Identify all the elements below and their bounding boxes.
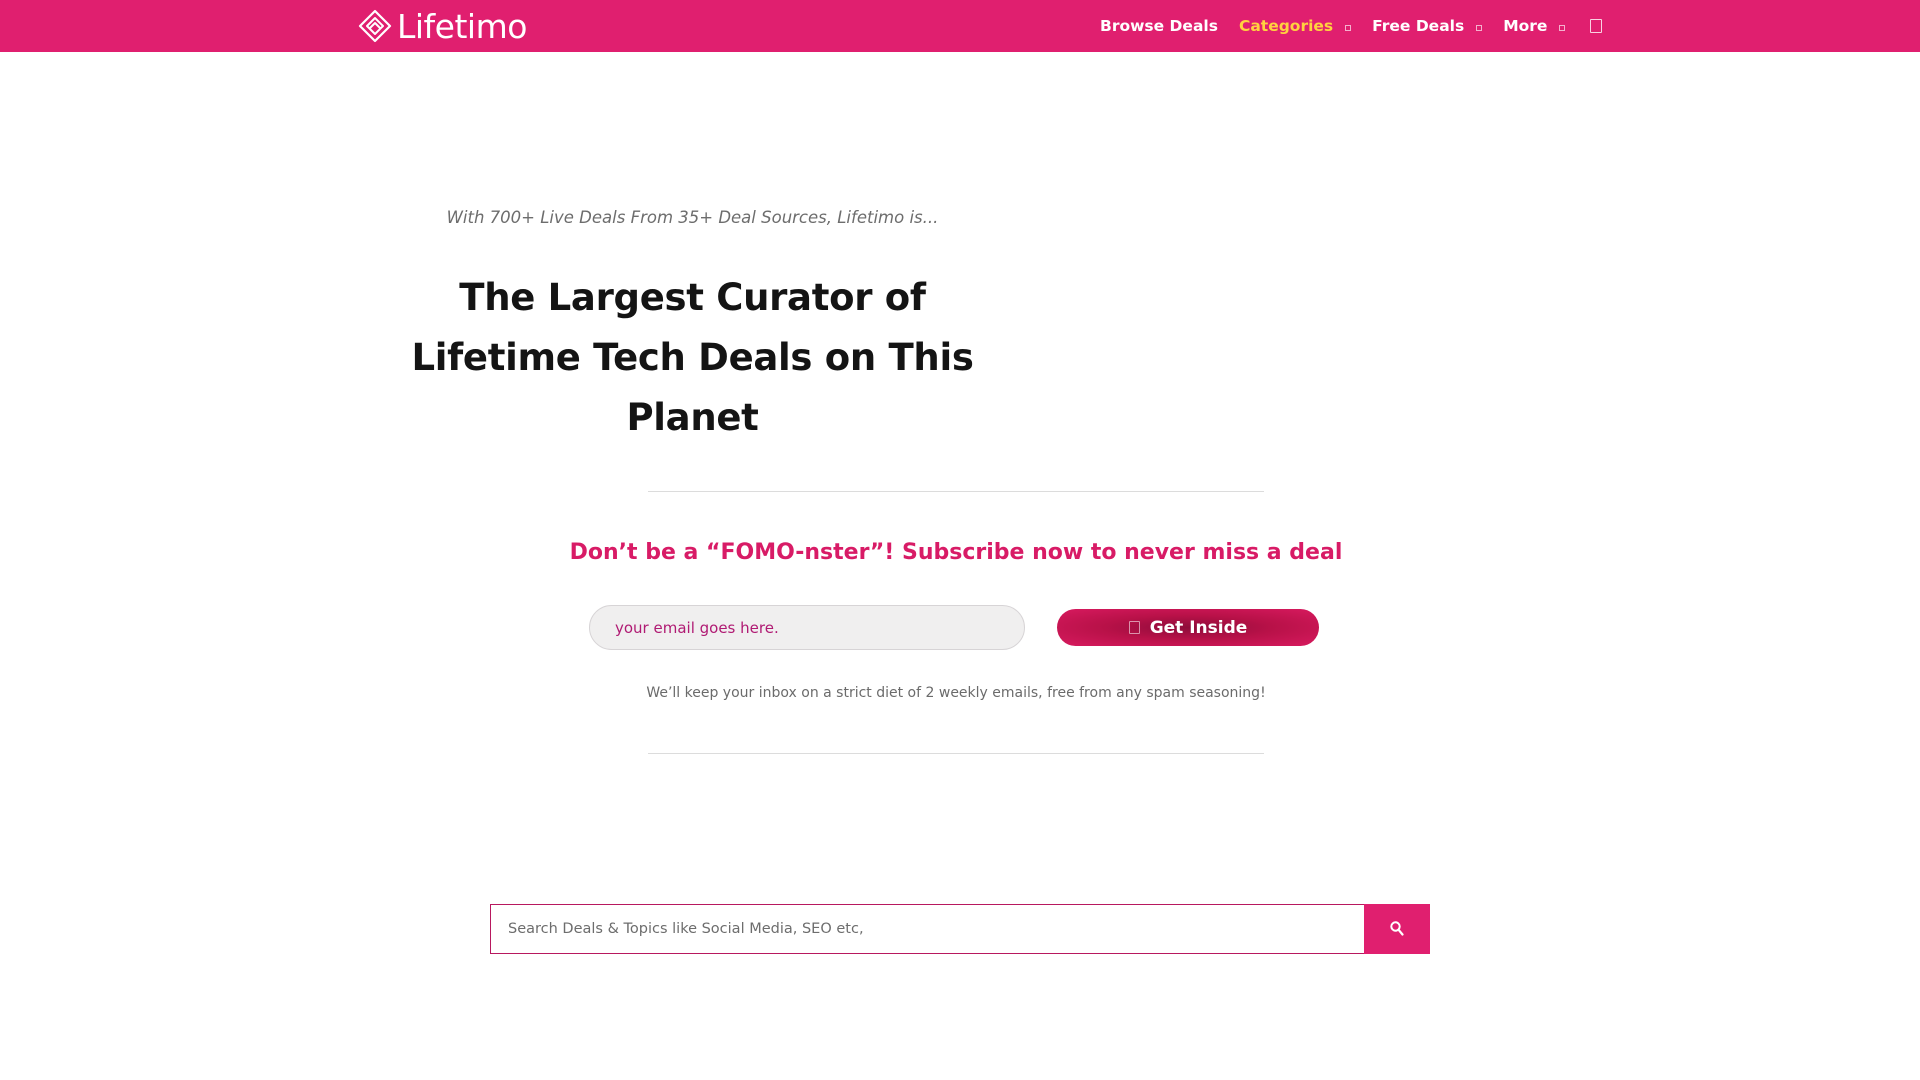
square-icon xyxy=(1128,621,1140,634)
deal-search-bar xyxy=(490,904,1430,954)
diamond-logo-icon xyxy=(358,9,392,43)
nav-label: Categories xyxy=(1238,17,1334,35)
email-field[interactable] xyxy=(589,605,1025,650)
nav-label: Browse Deals xyxy=(1100,17,1218,35)
brand-name: Lifetimo xyxy=(397,6,527,46)
nav-categories[interactable]: Categories xyxy=(1238,17,1352,35)
square-icon[interactable] xyxy=(1590,19,1603,33)
hero-headline: The Largest Curator of Lifetime Tech Dea… xyxy=(411,276,974,439)
divider xyxy=(648,753,1264,754)
chevron-down-icon xyxy=(1476,24,1483,31)
brand-logo-link[interactable]: Lifetimo xyxy=(357,6,527,46)
nav-free-deals[interactable]: Free Deals xyxy=(1372,17,1483,35)
privacy-note: We’ll keep your inbox on a strict diet o… xyxy=(646,685,1266,701)
button-label: Get Inside xyxy=(1149,617,1248,638)
chevron-down-icon xyxy=(1345,24,1352,31)
nav-label: More xyxy=(1503,17,1548,35)
hero-tagline: With 700+ Live Deals From 35+ Deal Sourc… xyxy=(446,208,939,227)
search-input[interactable] xyxy=(490,904,1364,954)
search-icon xyxy=(1390,921,1404,936)
main-nav: Browse Deals Categories Free Deals More xyxy=(1100,0,1603,52)
get-inside-button[interactable]: Get Inside xyxy=(1057,609,1319,646)
nav-label: Free Deals xyxy=(1372,17,1465,35)
nav-more[interactable]: More xyxy=(1503,17,1566,35)
search-button[interactable] xyxy=(1364,904,1430,954)
top-navigation-bar: Lifetimo Browse Deals Categories Free De… xyxy=(0,0,1920,52)
subscribe-title: Don’t be a “FOMO-nster”! Subscribe now t… xyxy=(569,540,1343,565)
nav-browse-deals[interactable]: Browse Deals xyxy=(1100,17,1218,35)
divider xyxy=(648,491,1264,492)
chevron-down-icon xyxy=(1559,24,1566,31)
